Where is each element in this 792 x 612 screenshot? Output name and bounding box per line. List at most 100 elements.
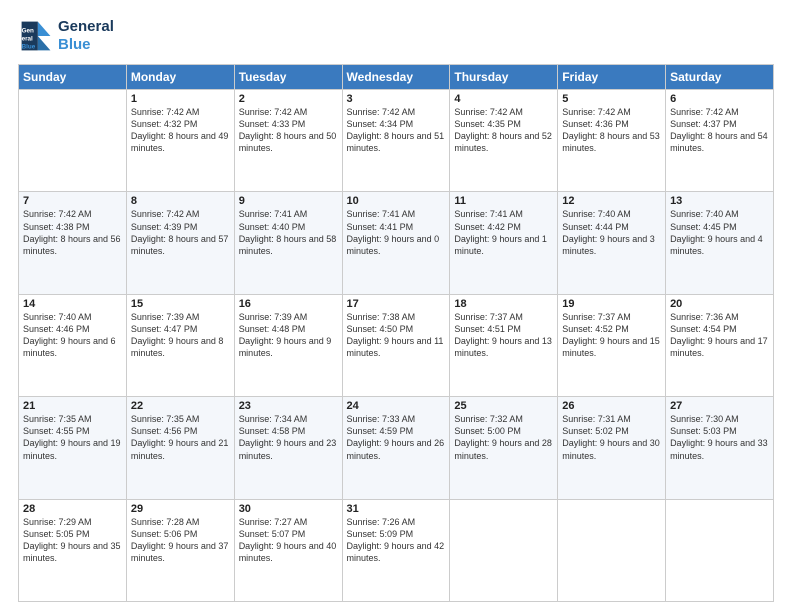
svg-text:eral: eral: [22, 36, 33, 43]
calendar-cell: 1Sunrise: 7:42 AMSunset: 4:32 PMDaylight…: [126, 90, 234, 192]
weekday-header-row: SundayMondayTuesdayWednesdayThursdayFrid…: [19, 65, 774, 90]
cell-info: Sunrise: 7:35 AMSunset: 4:56 PMDaylight:…: [131, 413, 230, 462]
logo: Gen eral Blue Gen eral Blue: [18, 18, 114, 54]
day-number: 13: [670, 195, 769, 207]
cell-info: Sunrise: 7:41 AMSunset: 4:42 PMDaylight:…: [454, 208, 553, 257]
day-number: 5: [562, 93, 661, 105]
calendar-cell: [19, 90, 127, 192]
day-number: 2: [239, 93, 338, 105]
cell-info: Sunrise: 7:42 AMSunset: 4:37 PMDaylight:…: [670, 106, 769, 155]
calendar-cell: 30Sunrise: 7:27 AMSunset: 5:07 PMDayligh…: [234, 499, 342, 601]
day-number: 1: [131, 93, 230, 105]
calendar-cell: 4Sunrise: 7:42 AMSunset: 4:35 PMDaylight…: [450, 90, 558, 192]
calendar-cell: 22Sunrise: 7:35 AMSunset: 4:56 PMDayligh…: [126, 397, 234, 499]
calendar-cell: 2Sunrise: 7:42 AMSunset: 4:33 PMDaylight…: [234, 90, 342, 192]
cell-info: Sunrise: 7:40 AMSunset: 4:45 PMDaylight:…: [670, 208, 769, 257]
cell-info: Sunrise: 7:40 AMSunset: 4:46 PMDaylight:…: [23, 311, 122, 360]
cell-info: Sunrise: 7:35 AMSunset: 4:55 PMDaylight:…: [23, 413, 122, 462]
calendar-cell: 3Sunrise: 7:42 AMSunset: 4:34 PMDaylight…: [342, 90, 450, 192]
calendar-cell: 5Sunrise: 7:42 AMSunset: 4:36 PMDaylight…: [558, 90, 666, 192]
cell-info: Sunrise: 7:42 AMSunset: 4:35 PMDaylight:…: [454, 106, 553, 155]
day-number: 3: [347, 93, 446, 105]
cell-info: Sunrise: 7:42 AMSunset: 4:33 PMDaylight:…: [239, 106, 338, 155]
day-number: 4: [454, 93, 553, 105]
header: Gen eral Blue Gen eral Blue: [18, 18, 774, 54]
cell-info: Sunrise: 7:38 AMSunset: 4:50 PMDaylight:…: [347, 311, 446, 360]
calendar-cell: 7Sunrise: 7:42 AMSunset: 4:38 PMDaylight…: [19, 192, 127, 294]
calendar-cell: [558, 499, 666, 601]
logo-icon: Gen eral Blue: [18, 18, 54, 54]
logo-blue: Blue: [58, 36, 114, 54]
calendar-cell: 28Sunrise: 7:29 AMSunset: 5:05 PMDayligh…: [19, 499, 127, 601]
cell-info: Sunrise: 7:42 AMSunset: 4:34 PMDaylight:…: [347, 106, 446, 155]
day-number: 18: [454, 298, 553, 310]
day-number: 25: [454, 400, 553, 412]
calendar-cell: 12Sunrise: 7:40 AMSunset: 4:44 PMDayligh…: [558, 192, 666, 294]
cell-info: Sunrise: 7:26 AMSunset: 5:09 PMDaylight:…: [347, 516, 446, 565]
svg-text:Blue: Blue: [22, 44, 36, 51]
calendar-cell: 10Sunrise: 7:41 AMSunset: 4:41 PMDayligh…: [342, 192, 450, 294]
day-number: 19: [562, 298, 661, 310]
calendar-cell: 25Sunrise: 7:32 AMSunset: 5:00 PMDayligh…: [450, 397, 558, 499]
calendar-table: SundayMondayTuesdayWednesdayThursdayFrid…: [18, 64, 774, 602]
day-number: 27: [670, 400, 769, 412]
calendar-cell: 8Sunrise: 7:42 AMSunset: 4:39 PMDaylight…: [126, 192, 234, 294]
day-number: 24: [347, 400, 446, 412]
cell-info: Sunrise: 7:37 AMSunset: 4:51 PMDaylight:…: [454, 311, 553, 360]
day-number: 15: [131, 298, 230, 310]
cell-info: Sunrise: 7:42 AMSunset: 4:38 PMDaylight:…: [23, 208, 122, 257]
calendar-cell: 26Sunrise: 7:31 AMSunset: 5:02 PMDayligh…: [558, 397, 666, 499]
cell-info: Sunrise: 7:29 AMSunset: 5:05 PMDaylight:…: [23, 516, 122, 565]
week-row-4: 21Sunrise: 7:35 AMSunset: 4:55 PMDayligh…: [19, 397, 774, 499]
calendar-cell: 21Sunrise: 7:35 AMSunset: 4:55 PMDayligh…: [19, 397, 127, 499]
day-number: 7: [23, 195, 122, 207]
cell-info: Sunrise: 7:42 AMSunset: 4:32 PMDaylight:…: [131, 106, 230, 155]
calendar-cell: 18Sunrise: 7:37 AMSunset: 4:51 PMDayligh…: [450, 294, 558, 396]
day-number: 30: [239, 503, 338, 515]
cell-info: Sunrise: 7:41 AMSunset: 4:41 PMDaylight:…: [347, 208, 446, 257]
day-number: 26: [562, 400, 661, 412]
cell-info: Sunrise: 7:36 AMSunset: 4:54 PMDaylight:…: [670, 311, 769, 360]
calendar-cell: 20Sunrise: 7:36 AMSunset: 4:54 PMDayligh…: [666, 294, 774, 396]
day-number: 9: [239, 195, 338, 207]
calendar-cell: 11Sunrise: 7:41 AMSunset: 4:42 PMDayligh…: [450, 192, 558, 294]
calendar-cell: 15Sunrise: 7:39 AMSunset: 4:47 PMDayligh…: [126, 294, 234, 396]
day-number: 28: [23, 503, 122, 515]
calendar-cell: 31Sunrise: 7:26 AMSunset: 5:09 PMDayligh…: [342, 499, 450, 601]
day-number: 21: [23, 400, 122, 412]
week-row-1: 1Sunrise: 7:42 AMSunset: 4:32 PMDaylight…: [19, 90, 774, 192]
calendar-cell: 6Sunrise: 7:42 AMSunset: 4:37 PMDaylight…: [666, 90, 774, 192]
cell-info: Sunrise: 7:40 AMSunset: 4:44 PMDaylight:…: [562, 208, 661, 257]
day-number: 14: [23, 298, 122, 310]
weekday-header-friday: Friday: [558, 65, 666, 90]
cell-info: Sunrise: 7:30 AMSunset: 5:03 PMDaylight:…: [670, 413, 769, 462]
svg-text:Gen: Gen: [22, 27, 34, 34]
day-number: 31: [347, 503, 446, 515]
calendar-cell: 29Sunrise: 7:28 AMSunset: 5:06 PMDayligh…: [126, 499, 234, 601]
day-number: 17: [347, 298, 446, 310]
day-number: 16: [239, 298, 338, 310]
cell-info: Sunrise: 7:32 AMSunset: 5:00 PMDaylight:…: [454, 413, 553, 462]
day-number: 6: [670, 93, 769, 105]
weekday-header-wednesday: Wednesday: [342, 65, 450, 90]
day-number: 10: [347, 195, 446, 207]
cell-info: Sunrise: 7:31 AMSunset: 5:02 PMDaylight:…: [562, 413, 661, 462]
cell-info: Sunrise: 7:39 AMSunset: 4:48 PMDaylight:…: [239, 311, 338, 360]
weekday-header-tuesday: Tuesday: [234, 65, 342, 90]
calendar-cell: [666, 499, 774, 601]
day-number: 29: [131, 503, 230, 515]
weekday-header-saturday: Saturday: [666, 65, 774, 90]
day-number: 12: [562, 195, 661, 207]
calendar-cell: 19Sunrise: 7:37 AMSunset: 4:52 PMDayligh…: [558, 294, 666, 396]
week-row-5: 28Sunrise: 7:29 AMSunset: 5:05 PMDayligh…: [19, 499, 774, 601]
calendar-cell: 24Sunrise: 7:33 AMSunset: 4:59 PMDayligh…: [342, 397, 450, 499]
cell-info: Sunrise: 7:39 AMSunset: 4:47 PMDaylight:…: [131, 311, 230, 360]
cell-info: Sunrise: 7:37 AMSunset: 4:52 PMDaylight:…: [562, 311, 661, 360]
calendar-cell: 14Sunrise: 7:40 AMSunset: 4:46 PMDayligh…: [19, 294, 127, 396]
day-number: 20: [670, 298, 769, 310]
cell-info: Sunrise: 7:41 AMSunset: 4:40 PMDaylight:…: [239, 208, 338, 257]
cell-info: Sunrise: 7:34 AMSunset: 4:58 PMDaylight:…: [239, 413, 338, 462]
day-number: 22: [131, 400, 230, 412]
weekday-header-thursday: Thursday: [450, 65, 558, 90]
day-number: 8: [131, 195, 230, 207]
